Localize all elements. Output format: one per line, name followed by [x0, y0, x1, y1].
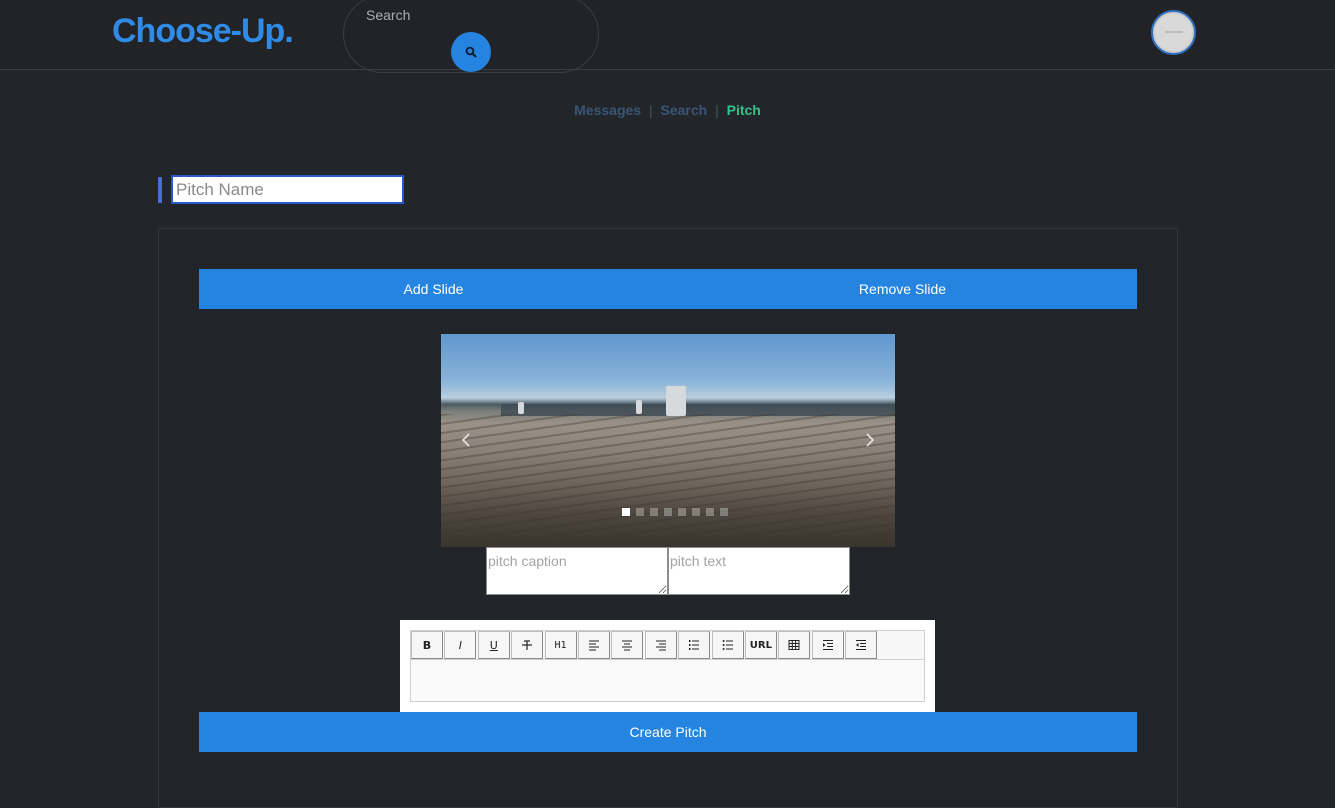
carousel-image-post — [636, 400, 642, 414]
ordered-list-button[interactable] — [678, 631, 711, 659]
create-pitch-button[interactable]: Create Pitch — [199, 712, 1137, 752]
slide-controls: Add Slide Remove Slide — [199, 269, 1137, 309]
slide-carousel[interactable] — [441, 334, 895, 547]
carousel-dot[interactable] — [636, 508, 644, 516]
carousel-image-post — [666, 386, 686, 416]
link-icon: URL — [749, 639, 772, 651]
search-bar — [343, 0, 599, 73]
pitch-caption-input[interactable] — [486, 547, 668, 595]
brand-logo[interactable]: Choose-Up. — [112, 12, 294, 51]
carousel-dot[interactable] — [706, 508, 714, 516]
search-icon — [465, 46, 477, 58]
table-icon — [788, 640, 800, 650]
pitch-name-input[interactable] — [171, 175, 404, 204]
heading-icon: H1 — [554, 639, 567, 651]
section-nav: Messages | Search | Pitch — [0, 102, 1335, 118]
bold-button[interactable]: B — [411, 631, 443, 659]
align-right-icon — [655, 640, 666, 651]
unordered-list-icon — [722, 640, 733, 650]
outdent-button[interactable] — [845, 631, 878, 659]
align-left-icon — [588, 640, 599, 651]
nav-separator: | — [648, 102, 653, 118]
carousel-dot[interactable] — [664, 508, 672, 516]
link-button[interactable]: URL — [744, 631, 777, 659]
chevron-right-icon — [866, 433, 875, 447]
carousel-dot[interactable] — [692, 508, 700, 516]
align-left-button[interactable] — [577, 631, 610, 659]
align-right-button[interactable] — [644, 631, 677, 659]
editor-toolbar: B I U H1 URL — [410, 630, 925, 660]
align-center-button[interactable] — [611, 631, 644, 659]
search-button[interactable] — [451, 32, 491, 72]
editor-content-area[interactable] — [410, 660, 925, 702]
table-button[interactable] — [778, 631, 811, 659]
carousel-indicators — [622, 508, 728, 516]
carousel-image-deck — [441, 414, 895, 547]
avatar-placeholder-icon — [1164, 29, 1183, 36]
carousel-prev-button[interactable] — [456, 430, 476, 450]
carousel-image-post — [518, 402, 524, 414]
carousel-dot[interactable] — [650, 508, 658, 516]
remove-slide-button[interactable]: Remove Slide — [668, 269, 1137, 309]
indent-button[interactable] — [811, 631, 844, 659]
carousel-dot[interactable] — [622, 508, 630, 516]
strikethrough-button[interactable] — [511, 631, 544, 659]
italic-icon: I — [458, 638, 463, 652]
outdent-icon — [856, 640, 867, 650]
add-slide-button[interactable]: Add Slide — [199, 269, 668, 309]
bold-icon: B — [422, 638, 432, 652]
underline-button[interactable]: U — [477, 631, 510, 659]
heading-button[interactable]: H1 — [544, 631, 577, 659]
carousel-next-button[interactable] — [860, 430, 880, 450]
nav-search[interactable]: Search — [661, 102, 708, 118]
ordered-list-icon — [689, 640, 700, 650]
nav-pitch[interactable]: Pitch — [727, 102, 761, 118]
nav-separator: | — [715, 102, 719, 118]
align-center-icon — [622, 640, 633, 651]
pitch-name-indicator — [158, 177, 162, 203]
carousel-dot[interactable] — [678, 508, 686, 516]
indent-icon — [822, 640, 833, 650]
search-input[interactable] — [366, 6, 566, 24]
pitch-text-input[interactable] — [668, 547, 850, 595]
top-header: Choose-Up. — [0, 0, 1335, 73]
user-avatar[interactable] — [1151, 10, 1196, 55]
carousel-dot[interactable] — [720, 508, 728, 516]
underline-icon: U — [489, 638, 498, 652]
italic-button[interactable]: I — [444, 631, 477, 659]
rich-text-editor: B I U H1 URL — [400, 620, 935, 712]
nav-messages[interactable]: Messages — [574, 102, 641, 118]
chevron-left-icon — [461, 433, 470, 447]
unordered-list-button[interactable] — [711, 631, 744, 659]
strikethrough-icon — [522, 640, 533, 650]
